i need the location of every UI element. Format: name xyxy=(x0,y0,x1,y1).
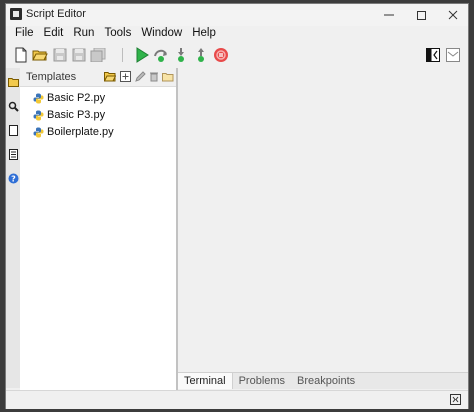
step-into-icon xyxy=(178,48,184,62)
save-all-button[interactable] xyxy=(89,46,107,64)
close-icon xyxy=(448,10,458,20)
step-over-icon xyxy=(154,49,167,62)
template-item[interactable]: Basic P3.py xyxy=(20,107,176,124)
tab-problems[interactable]: Problems xyxy=(233,373,291,389)
stop-button[interactable] xyxy=(212,46,230,64)
browse-folder-icon xyxy=(162,72,174,81)
stop-icon xyxy=(214,48,228,62)
maximize-icon xyxy=(416,10,426,20)
tab-terminal[interactable]: Terminal xyxy=(178,373,233,389)
notes-tab-button[interactable] xyxy=(7,148,19,160)
svg-text:?: ? xyxy=(11,174,16,183)
minimize-button[interactable] xyxy=(372,4,406,26)
side-icon-strip: ? xyxy=(6,68,20,388)
editor-area[interactable] xyxy=(178,68,468,372)
new-file-icon xyxy=(15,47,27,63)
edit-template-button[interactable] xyxy=(134,70,146,83)
menu-tools[interactable]: Tools xyxy=(99,26,136,43)
template-item[interactable]: Boilerplate.py xyxy=(20,124,176,141)
minimize-icon xyxy=(384,14,394,16)
notes-icon xyxy=(8,148,18,160)
templates-tab-button[interactable] xyxy=(7,76,19,88)
title-bar: Script Editor xyxy=(6,4,468,26)
toggle-panel-button[interactable] xyxy=(424,46,442,64)
status-bar xyxy=(6,390,468,409)
maximize-button[interactable] xyxy=(404,4,438,26)
save-all-icon xyxy=(90,48,106,62)
templates-folder-icon xyxy=(7,78,19,87)
open-template-folder-button[interactable] xyxy=(104,70,116,83)
open-folder-icon xyxy=(32,50,48,61)
page-tab-button[interactable] xyxy=(7,124,19,136)
templates-panel-header: Templates xyxy=(20,68,176,87)
save-button[interactable] xyxy=(51,46,69,64)
tab-breakpoints[interactable]: Breakpoints xyxy=(291,373,361,389)
menu-edit[interactable]: Edit xyxy=(39,26,69,43)
python-file-icon xyxy=(33,127,44,138)
save-as-icon xyxy=(72,48,86,62)
template-item[interactable]: Basic P2.py xyxy=(20,90,176,107)
step-out-icon xyxy=(198,48,204,62)
python-file-icon xyxy=(33,93,44,104)
template-item-label: Basic P3.py xyxy=(47,109,106,121)
edit-template-icon xyxy=(134,71,146,82)
menu-run[interactable]: Run xyxy=(68,26,99,43)
run-button[interactable] xyxy=(133,46,151,64)
add-template-button[interactable] xyxy=(119,70,131,83)
templates-tree: Basic P2.py Basic P3.py Boilerplate.py xyxy=(20,90,176,141)
help-tab-button[interactable]: ? xyxy=(7,172,19,184)
delete-template-button[interactable] xyxy=(148,70,160,83)
template-item-label: Boilerplate.py xyxy=(47,126,114,138)
close-button[interactable] xyxy=(436,4,470,26)
open-file-button[interactable] xyxy=(31,46,49,64)
open-template-folder-icon xyxy=(104,72,116,82)
save-icon xyxy=(53,48,67,62)
step-out-button[interactable] xyxy=(192,46,210,64)
window-title: Script Editor xyxy=(26,8,86,20)
toolbar xyxy=(6,44,468,66)
expand-console-button[interactable] xyxy=(450,394,461,405)
menu-file[interactable]: File xyxy=(10,26,39,43)
toggle-panel-icon xyxy=(426,48,440,62)
python-file-icon xyxy=(33,110,44,121)
maximize-editor-button[interactable] xyxy=(444,46,462,64)
toolbar-separator xyxy=(122,48,123,62)
expand-console-icon xyxy=(452,396,459,403)
template-item-label: Basic P2.py xyxy=(47,92,106,104)
menu-help[interactable]: Help xyxy=(187,26,221,43)
save-as-button[interactable] xyxy=(70,46,88,64)
delete-template-icon xyxy=(150,72,158,82)
run-icon xyxy=(136,47,149,63)
help-icon: ? xyxy=(8,173,18,183)
templates-panel-title: Templates xyxy=(26,71,77,83)
add-template-icon xyxy=(119,71,131,82)
page-icon xyxy=(8,124,18,136)
menu-window[interactable]: Window xyxy=(136,26,187,43)
search-tab-button[interactable] xyxy=(7,100,19,112)
new-file-button[interactable] xyxy=(12,46,30,64)
script-editor-window: Script Editor File Edit Run Tools Window… xyxy=(6,4,468,409)
app-icon xyxy=(10,8,22,20)
menu-bar: File Edit Run Tools Window Help xyxy=(6,26,472,43)
maximize-editor-icon xyxy=(446,48,460,62)
browse-folder-button[interactable] xyxy=(162,70,174,83)
bottom-tab-bar: Terminal Problems Breakpoints xyxy=(178,372,468,389)
step-over-button[interactable] xyxy=(152,46,170,64)
search-icon xyxy=(8,101,19,112)
templates-panel: Templates Basic P2.py Basic P3.py Boiler… xyxy=(20,68,177,390)
step-into-button[interactable] xyxy=(172,46,190,64)
